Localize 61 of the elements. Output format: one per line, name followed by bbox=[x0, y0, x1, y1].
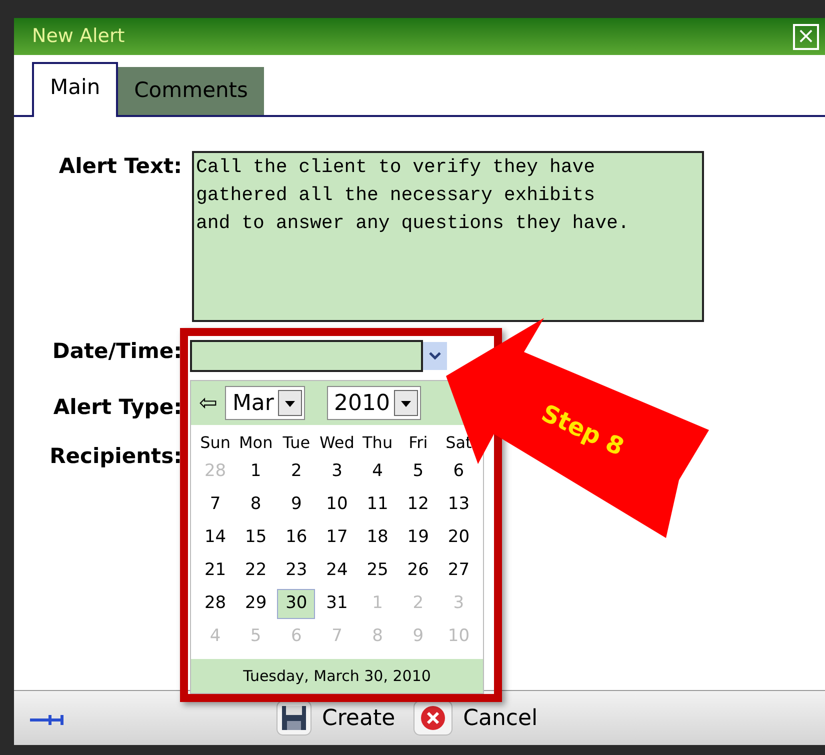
calendar-day[interactable]: 19 bbox=[399, 522, 438, 552]
field-label: Alert Type: bbox=[52, 394, 183, 420]
caret-icon bbox=[278, 390, 302, 416]
calendar-dropdown-button[interactable] bbox=[423, 342, 447, 370]
calendar-day[interactable]: 30 bbox=[277, 588, 316, 618]
calendar-day[interactable]: 1 bbox=[236, 456, 275, 486]
calendar-day[interactable]: 28 bbox=[196, 588, 234, 618]
chevron-down-icon bbox=[428, 351, 442, 361]
weekday-header: Tue bbox=[282, 432, 312, 454]
cancel-icon bbox=[413, 700, 454, 736]
weekday-header: Thu bbox=[362, 432, 394, 454]
calendar-day[interactable]: 2 bbox=[277, 456, 316, 486]
calendar-day[interactable]: 4 bbox=[358, 456, 397, 486]
field-label: Date/Time: bbox=[51, 338, 183, 365]
date-time-field[interactable] bbox=[190, 340, 423, 372]
calendar-day[interactable]: 11 bbox=[358, 490, 397, 520]
pin-icon[interactable] bbox=[30, 713, 66, 727]
window-title: New Alert bbox=[32, 24, 125, 50]
calendar-day[interactable]: 13 bbox=[440, 490, 478, 520]
previous-month-button[interactable]: ⇦ bbox=[199, 386, 218, 420]
calendar-day[interactable]: 3 bbox=[318, 456, 356, 486]
today-button[interactable]: Tuesday, March 30, 2010 bbox=[191, 659, 483, 693]
calendar-day[interactable]: 5 bbox=[399, 456, 438, 486]
calendar-day[interactable]: 6 bbox=[440, 456, 478, 486]
caret-icon bbox=[394, 390, 418, 416]
weekday-header: Wed bbox=[318, 432, 356, 454]
tab[interactable]: Main bbox=[32, 62, 118, 117]
calendar-day[interactable]: 26 bbox=[399, 556, 438, 586]
calendar-day[interactable]: 16 bbox=[277, 522, 316, 552]
calendar-day[interactable]: 8 bbox=[236, 490, 275, 520]
calendar-day[interactable]: 27 bbox=[440, 556, 478, 586]
step-label: Step 8 bbox=[537, 398, 628, 462]
calendar-day[interactable]: 7 bbox=[196, 490, 234, 520]
calendar-day[interactable]: 15 bbox=[236, 522, 275, 552]
weekday-header: Sun bbox=[199, 432, 232, 454]
calendar-day[interactable]: 17 bbox=[318, 522, 356, 552]
calendar-day[interactable]: 31 bbox=[318, 588, 356, 618]
calendar-day[interactable]: 29 bbox=[236, 588, 275, 618]
calendar-day[interactable]: 21 bbox=[196, 556, 234, 586]
field-label: Alert Text: bbox=[58, 153, 183, 180]
tab[interactable]: Comments bbox=[118, 67, 264, 115]
weekday-header: Fri bbox=[408, 432, 429, 454]
calendar-day[interactable]: 9 bbox=[277, 490, 316, 520]
alert-text-field[interactable]: Call the client to verify they have gathered all the necessary exhibits and to answer any questions they have. bbox=[192, 151, 704, 322]
create-button[interactable]: Create bbox=[276, 700, 396, 736]
year-dropdown[interactable]: 2010 bbox=[326, 386, 421, 420]
close-button[interactable]: × bbox=[793, 24, 819, 50]
weekday-header: Mon bbox=[238, 432, 274, 454]
calendar-day[interactable]: 23 bbox=[277, 556, 316, 586]
calendar-day[interactable]: 12 bbox=[399, 490, 438, 520]
weekday-header: Sat bbox=[444, 432, 473, 454]
calendar-day[interactable]: 14 bbox=[196, 522, 234, 552]
calendar-day[interactable]: 25 bbox=[358, 556, 397, 586]
calendar-day[interactable]: 20 bbox=[440, 522, 478, 552]
calendar-day[interactable]: 24 bbox=[318, 556, 356, 586]
calendar-day[interactable]: 18 bbox=[358, 522, 397, 552]
field-label: Recipients: bbox=[48, 443, 183, 470]
cancel-button[interactable]: Cancel bbox=[413, 700, 538, 736]
calendar-day[interactable]: 22 bbox=[236, 556, 275, 586]
month-dropdown[interactable]: Mar bbox=[225, 386, 305, 420]
calendar-day[interactable]: 10 bbox=[318, 490, 356, 520]
